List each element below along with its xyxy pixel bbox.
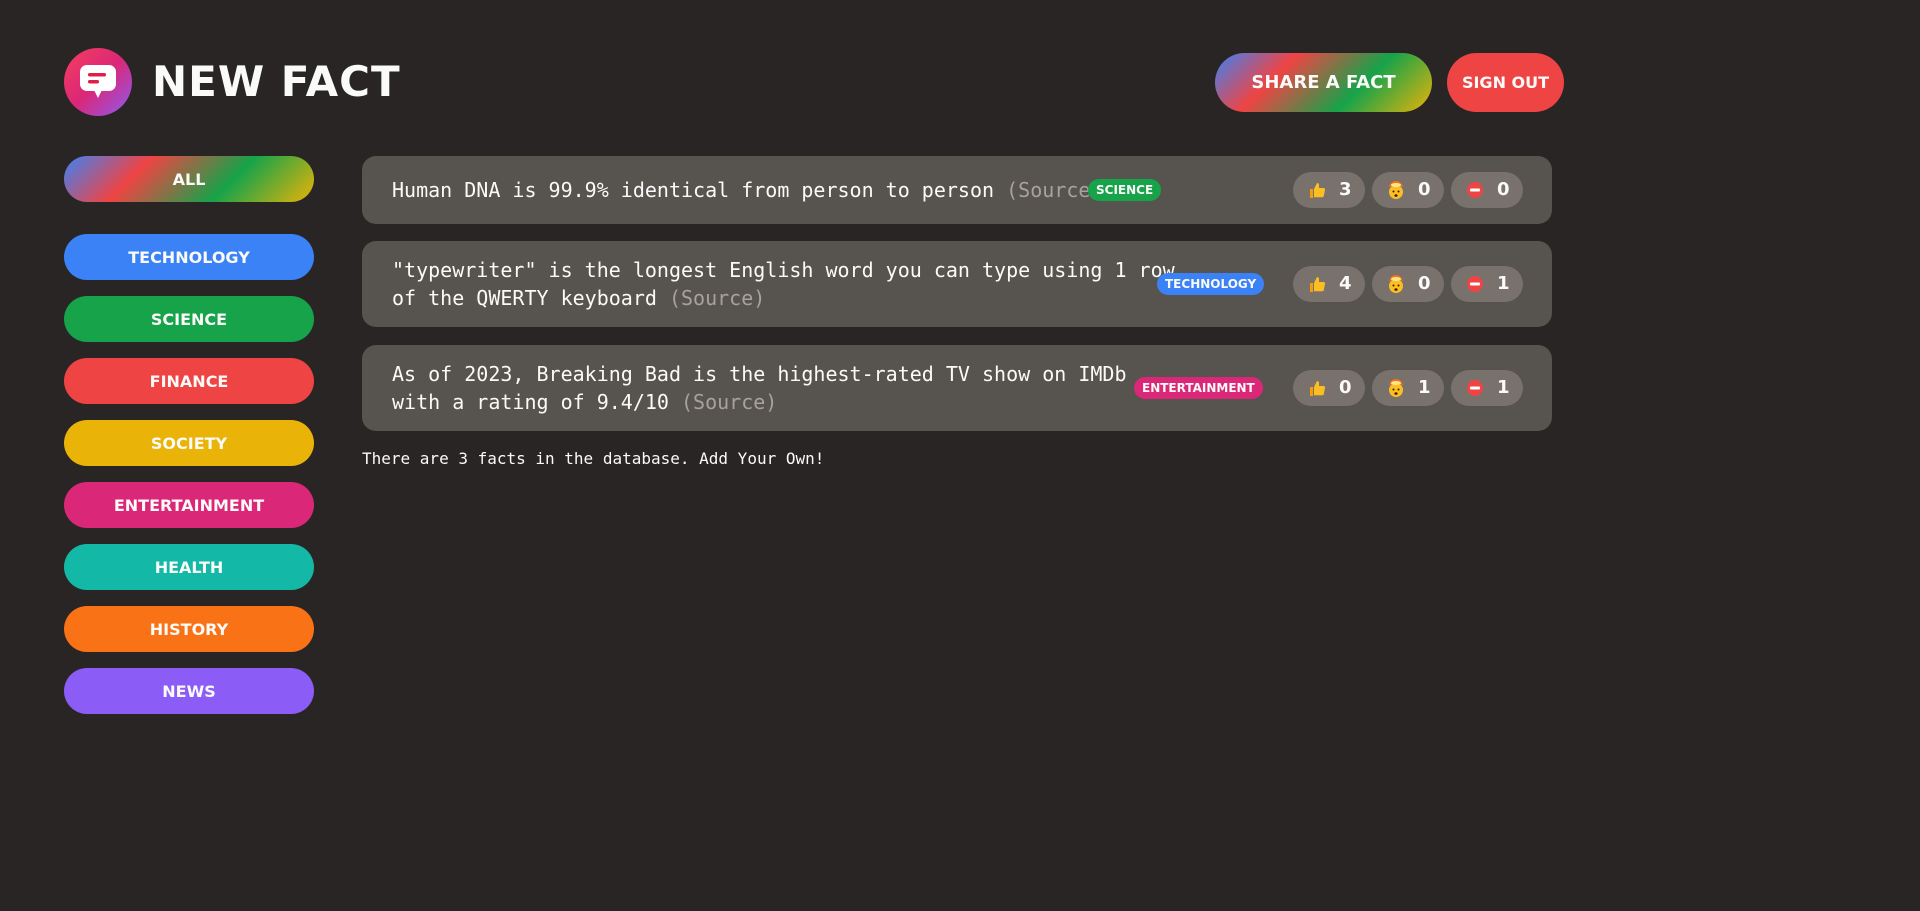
category-history-button[interactable]: HISTORY	[64, 606, 314, 652]
facts-count-note: There are 3 facts in the database. Add Y…	[362, 449, 825, 468]
category-news-button[interactable]: NEWS	[64, 668, 314, 714]
no-entry-icon	[1465, 378, 1485, 398]
vote-interesting-button[interactable]: 3	[1293, 172, 1365, 208]
vote-interesting-button[interactable]: 0	[1293, 370, 1365, 406]
vote-interesting-count: 0	[1339, 377, 1352, 398]
vote-mindblowing-count: 0	[1418, 179, 1431, 200]
fact-text-content: Human DNA is 99.9% identical from person…	[392, 178, 995, 202]
fact-text-line: of the QWERTY keyboard	[392, 286, 657, 310]
fact-card: Human DNA is 99.9% identical from person…	[362, 156, 1552, 224]
vote-mindblowing-button[interactable]: 0	[1372, 266, 1444, 302]
fact-category-tag: ENTERTAINMENT	[1134, 377, 1263, 399]
fact-text-line: with a rating of 9.4/10	[392, 390, 669, 414]
fact-vote-buttons: 4 0 1	[1293, 266, 1523, 302]
category-technology-button[interactable]: TECHNOLOGY	[64, 234, 314, 280]
header: NEW FACT SHARE A FACT SIGN OUT	[64, 48, 1564, 116]
fact-category-tag: TECHNOLOGY	[1157, 273, 1265, 295]
fact-card: "typewriter" is the longest English word…	[362, 241, 1552, 327]
category-society-button[interactable]: SOCIETY	[64, 420, 314, 466]
category-finance-button[interactable]: FINANCE	[64, 358, 314, 404]
vote-mindblowing-count: 1	[1418, 377, 1431, 398]
fact-card: As of 2023, Breaking Bad is the highest-…	[362, 345, 1552, 431]
no-entry-icon	[1465, 274, 1485, 294]
logo-speech-bubble-icon	[64, 48, 132, 116]
app-title: NEW FACT	[152, 57, 401, 106]
category-health-button[interactable]: HEALTH	[64, 544, 314, 590]
mind-blown-icon	[1386, 378, 1406, 398]
vote-false-count: 1	[1497, 377, 1510, 398]
fact-source-link[interactable]: (Source)	[681, 390, 777, 414]
thumbs-up-icon	[1307, 180, 1327, 200]
category-all-button[interactable]: ALL	[64, 156, 314, 202]
fact-vote-buttons: 0 1 1	[1293, 370, 1523, 406]
vote-false-button[interactable]: 0	[1451, 172, 1523, 208]
vote-false-button[interactable]: 1	[1451, 370, 1523, 406]
vote-interesting-count: 3	[1339, 179, 1352, 200]
vote-false-button[interactable]: 1	[1451, 266, 1523, 302]
vote-mindblowing-count: 0	[1418, 273, 1431, 294]
no-entry-icon	[1465, 180, 1485, 200]
category-entertainment-button[interactable]: ENTERTAINMENT	[64, 482, 314, 528]
thumbs-up-icon	[1307, 274, 1327, 294]
category-science-button[interactable]: SCIENCE	[64, 296, 314, 342]
mind-blown-icon	[1386, 274, 1406, 294]
vote-interesting-count: 4	[1339, 273, 1352, 294]
fact-text: As of 2023, Breaking Bad is the highest-…	[392, 360, 1127, 416]
vote-mindblowing-button[interactable]: 1	[1372, 370, 1444, 406]
vote-interesting-button[interactable]: 4	[1293, 266, 1365, 302]
thumbs-up-icon	[1307, 378, 1327, 398]
mind-blown-icon	[1386, 180, 1406, 200]
vote-mindblowing-button[interactable]: 0	[1372, 172, 1444, 208]
sign-out-button[interactable]: SIGN OUT	[1447, 53, 1564, 112]
vote-false-count: 1	[1497, 273, 1510, 294]
fact-vote-buttons: 3 0 0	[1293, 172, 1523, 208]
share-fact-button[interactable]: SHARE A FACT	[1215, 53, 1432, 112]
fact-source-link[interactable]: (Source)	[669, 286, 765, 310]
fact-text: "typewriter" is the longest English word…	[392, 256, 1175, 312]
fact-text: Human DNA is 99.9% identical from person…	[392, 176, 1102, 204]
vote-false-count: 0	[1497, 179, 1510, 200]
fact-text-line: As of 2023, Breaking Bad is the highest-…	[392, 362, 1127, 386]
fact-text-line: "typewriter" is the longest English word…	[392, 258, 1175, 282]
app: NEW FACT SHARE A FACT SIGN OUT ALL TECHN…	[0, 0, 1920, 911]
fact-category-tag: SCIENCE	[1088, 179, 1162, 201]
